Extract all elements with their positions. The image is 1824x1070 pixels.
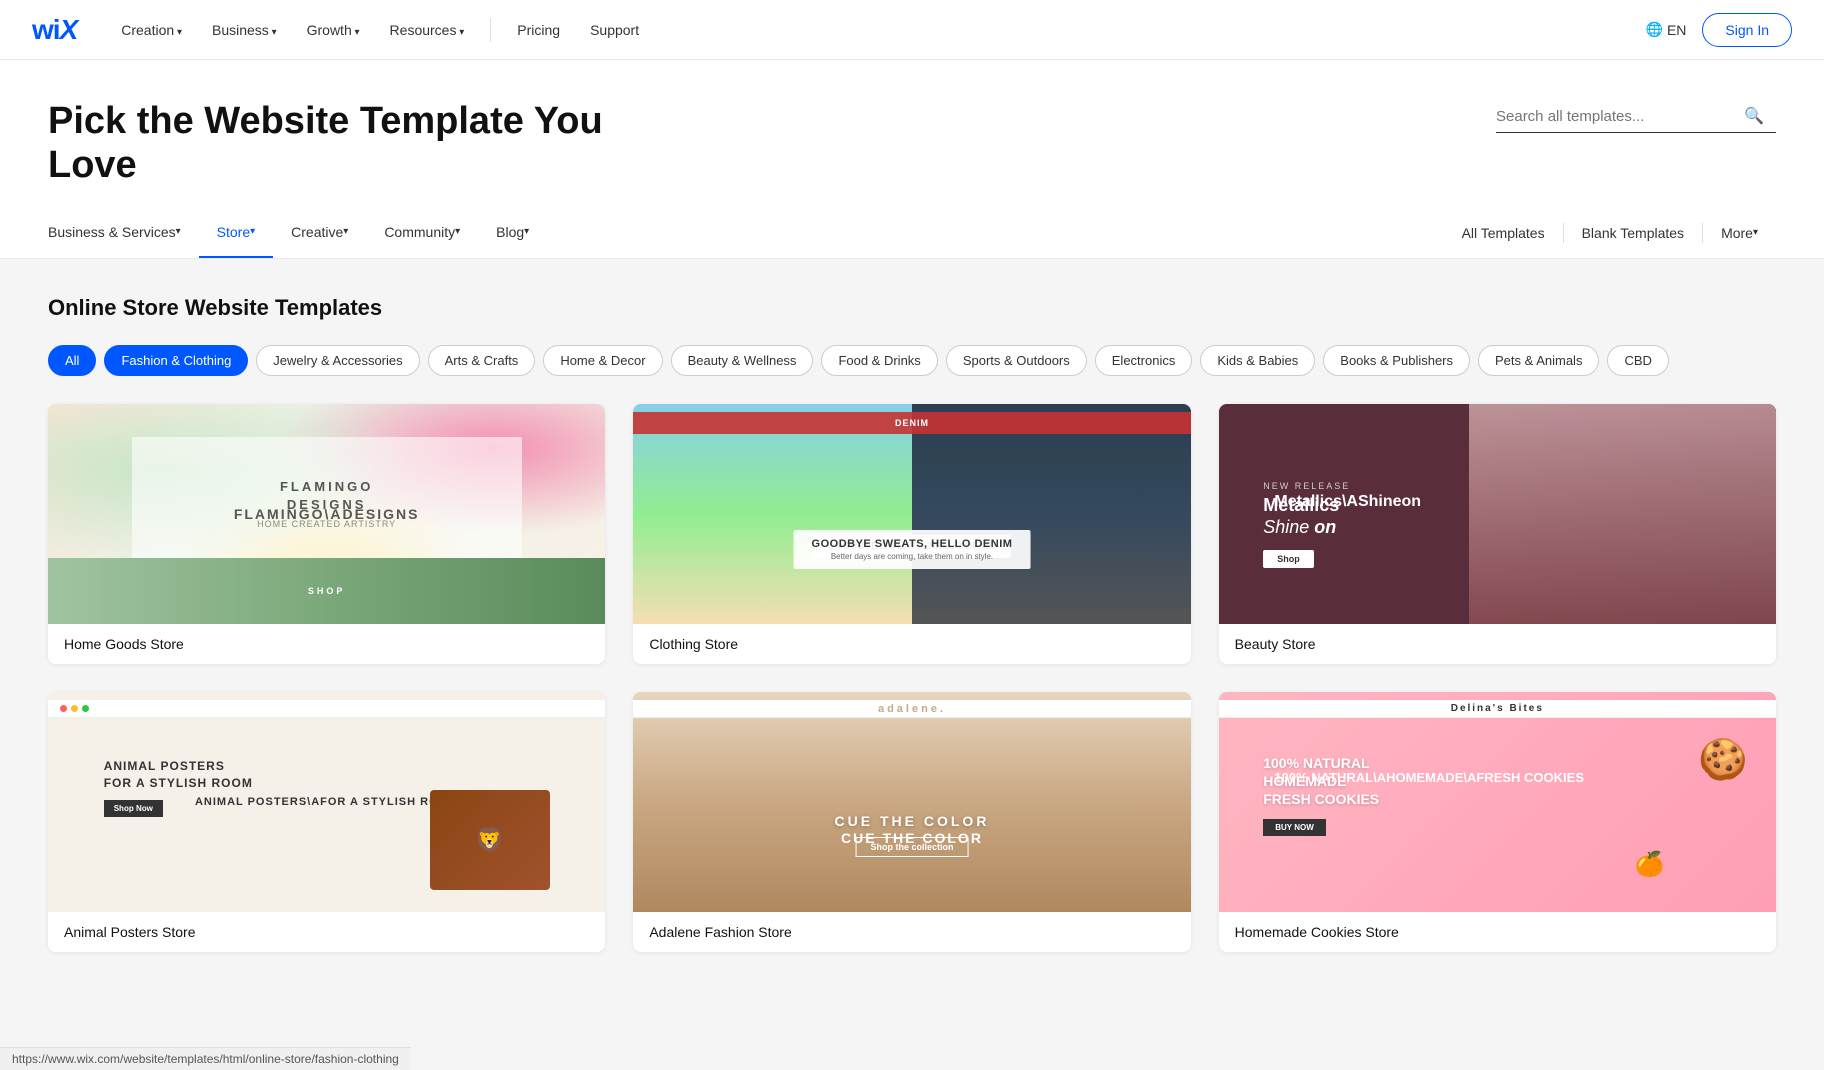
nav-links: Creation Business Growth Resources Prici… (109, 14, 1645, 46)
template-label-clothing: Clothing Store (633, 624, 1190, 664)
main-content: Online Store Website Templates All Fashi… (0, 259, 1824, 988)
search-input[interactable] (1496, 108, 1736, 125)
search-box: 🔍 (1496, 100, 1776, 133)
section-title: Online Store Website Templates (48, 295, 1776, 321)
filter-all[interactable]: All (48, 345, 96, 376)
template-thumb-beauty: NEW RELEASE Metallics Shine on Shop (1219, 404, 1776, 624)
template-thumb-cookies: Delina's Bites 100% NATURALHOMEMADEFRESH… (1219, 692, 1776, 912)
filter-food-drinks[interactable]: Food & Drinks (821, 345, 937, 376)
filter-kids-babies[interactable]: Kids & Babies (1200, 345, 1315, 376)
nav-resources[interactable]: Resources (378, 14, 477, 46)
signin-button[interactable]: Sign In (1702, 13, 1792, 47)
blank-templates-link[interactable]: Blank Templates (1564, 207, 1702, 259)
template-thumb-animal: ANIMAL POSTERSFOR A STYLISH ROOM Shop No… (48, 692, 605, 912)
nav-pricing[interactable]: Pricing (505, 14, 572, 46)
wix-logo[interactable]: wiX (32, 14, 77, 46)
filter-pets-animals[interactable]: Pets & Animals (1478, 345, 1599, 376)
template-label-beauty: Beauty Store (1219, 624, 1776, 664)
cat-blog[interactable]: Blog (478, 207, 547, 258)
template-card-animal[interactable]: ANIMAL POSTERSFOR A STYLISH ROOM Shop No… (48, 692, 605, 952)
navbar: wiX Creation Business Growth Resources P… (0, 0, 1824, 60)
cat-business-services[interactable]: Business & Services (48, 207, 199, 258)
cat-store[interactable]: Store (199, 207, 274, 258)
template-label-adalene: Adalene Fashion Store (633, 912, 1190, 952)
template-card-home-goods[interactable]: FLAMINGODESIGNS HOME CREATED ARTISTRY SH… (48, 404, 605, 664)
url-bar: https://www.wix.com/website/templates/ht… (0, 1047, 411, 1070)
filter-home-decor[interactable]: Home & Decor (543, 345, 662, 376)
cat-right: All Templates Blank Templates More (1444, 207, 1776, 259)
template-card-cookies[interactable]: Delina's Bites 100% NATURALHOMEMADEFRESH… (1219, 692, 1776, 952)
nav-divider-1 (490, 18, 491, 42)
filter-beauty-wellness[interactable]: Beauty & Wellness (671, 345, 814, 376)
filter-jewelry-accessories[interactable]: Jewelry & Accessories (256, 345, 419, 376)
more-link[interactable]: More (1703, 207, 1776, 259)
nav-right: 🌐 EN Sign In (1646, 13, 1792, 47)
filter-arts-crafts[interactable]: Arts & Crafts (428, 345, 536, 376)
logo-x: X (60, 14, 78, 45)
all-templates-link[interactable]: All Templates (1444, 207, 1563, 259)
filter-books-publishers[interactable]: Books & Publishers (1323, 345, 1470, 376)
template-thumb-clothing: GOODBYE SWEATS, HELLO DENIM Better days … (633, 404, 1190, 624)
category-nav: Business & Services Store Creative Commu… (0, 207, 1824, 259)
template-thumb-home-goods: FLAMINGODESIGNS HOME CREATED ARTISTRY SH… (48, 404, 605, 624)
cat-creative[interactable]: Creative (273, 207, 366, 258)
language-selector[interactable]: 🌐 EN (1646, 21, 1687, 38)
template-grid: FLAMINGODESIGNS HOME CREATED ARTISTRY SH… (48, 404, 1776, 952)
cat-community[interactable]: Community (366, 207, 478, 258)
template-card-clothing-store[interactable]: GOODBYE SWEATS, HELLO DENIM Better days … (633, 404, 1190, 664)
nav-creation[interactable]: Creation (109, 14, 194, 46)
template-label-home-goods: Home Goods Store (48, 624, 605, 664)
nav-growth[interactable]: Growth (295, 14, 372, 46)
page-title: Pick the Website Template You Love (48, 100, 648, 187)
globe-icon: 🌐 (1646, 21, 1663, 38)
nav-business[interactable]: Business (200, 14, 289, 46)
hero-section: Pick the Website Template You Love 🔍 (0, 60, 1824, 207)
nav-support[interactable]: Support (578, 14, 651, 46)
template-card-beauty-store[interactable]: NEW RELEASE Metallics Shine on Shop Beau… (1219, 404, 1776, 664)
template-label-cookies: Homemade Cookies Store (1219, 912, 1776, 952)
filter-tags: All Fashion & Clothing Jewelry & Accesso… (48, 345, 1776, 376)
template-label-animal: Animal Posters Store (48, 912, 605, 952)
filter-electronics[interactable]: Electronics (1095, 345, 1193, 376)
logo-text: wi (32, 14, 60, 45)
lang-label: EN (1667, 22, 1686, 38)
template-thumb-adalene: adalene. CUE THE COLOR Shop the collecti… (633, 692, 1190, 912)
filter-fashion-clothing[interactable]: Fashion & Clothing (104, 345, 248, 376)
filter-sports-outdoors[interactable]: Sports & Outdoors (946, 345, 1087, 376)
search-icon[interactable]: 🔍 (1744, 106, 1764, 126)
filter-cbd[interactable]: CBD (1607, 345, 1668, 376)
template-card-adalene[interactable]: adalene. CUE THE COLOR Shop the collecti… (633, 692, 1190, 952)
